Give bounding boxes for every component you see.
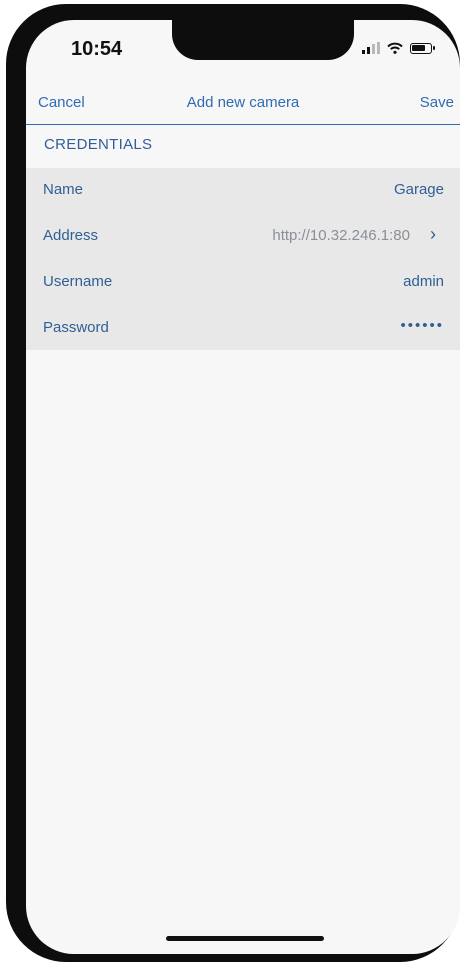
wifi-icon — [387, 42, 403, 54]
battery-icon — [410, 42, 435, 54]
username-row[interactable]: Username admin — [26, 260, 460, 306]
password-row[interactable]: Password •••••• — [26, 306, 460, 352]
section-header-credentials: CREDENTIALS — [44, 136, 153, 153]
username-value[interactable]: admin — [403, 273, 444, 290]
name-row[interactable]: Name Garage — [26, 168, 460, 214]
address-value[interactable]: http://10.32.246.1:80 — [272, 227, 410, 244]
chevron-right-icon[interactable]: › — [430, 224, 436, 245]
page-title: Add new camera — [186, 94, 300, 111]
name-value[interactable]: Garage — [394, 181, 444, 198]
status-icons — [362, 42, 435, 54]
signal-icon — [362, 42, 380, 54]
notch — [172, 20, 354, 60]
phone-frame: 10:54 Cancel Add new camera Save CREDENT… — [6, 4, 460, 962]
address-row[interactable]: Address http://10.32.246.1:80 › — [26, 214, 460, 260]
username-label: Username — [43, 273, 113, 290]
credentials-list: Name Garage Address http://10.32.246.1:8… — [26, 168, 460, 350]
password-value[interactable]: •••••• — [400, 317, 444, 334]
home-indicator[interactable] — [166, 936, 324, 941]
status-time: 10:54 — [71, 38, 123, 60]
name-label: Name — [43, 181, 84, 198]
save-button[interactable]: Save — [420, 94, 454, 111]
navigation-bar: Cancel Add new camera Save — [26, 90, 460, 125]
screen: 10:54 Cancel Add new camera Save CREDENT… — [26, 20, 460, 954]
address-label: Address — [43, 227, 99, 244]
password-label: Password — [43, 319, 109, 336]
